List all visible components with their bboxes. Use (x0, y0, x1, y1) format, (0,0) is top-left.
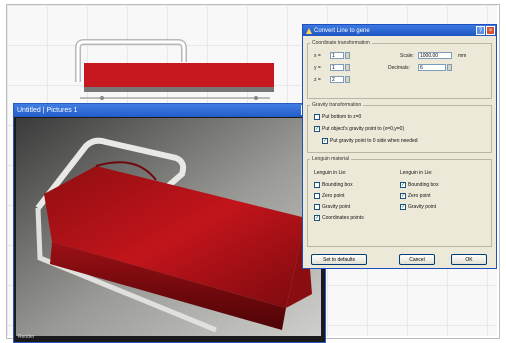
gravity-side-checkbox[interactable]: ✓ (322, 138, 328, 144)
coordinates-group: Coordinate transformation x = 1 y = 1 z … (307, 40, 492, 99)
right-zero-label: Zero point (408, 193, 431, 199)
left-header: Lenguin in Lie: (314, 170, 347, 176)
sketch-base (84, 87, 274, 92)
gravity-group: Gravity transformation Put bottom to z=0… (307, 102, 492, 153)
gravity-point-label: Put object's gravity point to (x=0,y=0) (322, 126, 405, 132)
left-bbox-label: Bounding box (322, 182, 353, 188)
gravity-side-label: Put gravity point to 0 side when needed (330, 138, 418, 144)
y-label: y = (314, 65, 321, 71)
sketch-foot (100, 96, 104, 100)
cancel-button[interactable]: Cancel (399, 254, 435, 265)
bottom-z-checkbox[interactable] (314, 114, 320, 120)
sofa-sketch (75, 39, 274, 100)
app-icon (306, 27, 312, 34)
left-gravity-label: Gravity point (322, 204, 351, 210)
right-bbox-label: Bounding box (408, 182, 439, 188)
dialog-titlebar[interactable]: Convert Line to gene ? × (303, 25, 496, 36)
decimals-input[interactable]: 6 (418, 64, 446, 71)
left-bbox-checkbox[interactable] (314, 182, 320, 188)
left-coords-checkbox[interactable]: ✓ (314, 215, 320, 221)
right-bbox-checkbox[interactable]: ✓ (400, 182, 406, 188)
dialog-close-button[interactable]: × (486, 26, 495, 35)
y-input[interactable]: 1 (330, 64, 344, 71)
left-zero-checkbox[interactable] (314, 193, 320, 199)
gravity-point-checkbox[interactable]: ✓ (314, 126, 320, 132)
help-button[interactable]: ? (476, 26, 485, 35)
properties-group-label: Lenguin material (310, 156, 351, 162)
render-status: Render (18, 334, 35, 340)
z-input[interactable]: 2 (330, 76, 344, 83)
gravity-group-label: Gravity transformation (310, 102, 364, 108)
y-spin[interactable] (345, 64, 350, 71)
render-window-titlebar[interactable]: Untitled | Pictures 1 _ × (14, 104, 325, 117)
bottom-z-label: Put bottom to z=0 (322, 114, 362, 120)
sofa-render (16, 118, 321, 336)
left-zero-label: Zero point (322, 193, 345, 199)
scale-unit: mm (458, 53, 467, 59)
decimals-spin[interactable] (447, 64, 452, 71)
set-defaults-button[interactable]: Set to defaults (311, 254, 367, 265)
right-zero-checkbox[interactable]: ✓ (400, 193, 406, 199)
z-spin[interactable] (345, 76, 350, 83)
x-spin[interactable] (345, 52, 350, 59)
right-gravity-label: Gravity point (408, 204, 437, 210)
sketch-foot (254, 96, 258, 100)
left-gravity-checkbox[interactable] (314, 204, 320, 210)
x-input[interactable]: 1 (330, 52, 344, 59)
decimals-label: Decimals: (388, 65, 410, 71)
ok-button[interactable]: OK (451, 254, 487, 265)
properties-group: Lenguin material Lenguin in Lie: Lenguin… (307, 156, 492, 247)
sketch-cushion (84, 63, 274, 87)
render-window[interactable]: Untitled | Pictures 1 _ × Render (13, 103, 326, 343)
right-header: Lenguin in Lie: (400, 170, 433, 176)
x-label: x = (314, 53, 321, 59)
z-label: z = (314, 77, 321, 83)
dialog-title: Convert Line to gene (314, 27, 370, 34)
coordinates-group-label: Coordinate transformation (310, 40, 372, 46)
left-coords-label: Coordinates points (322, 215, 364, 221)
render-window-title: Untitled | Pictures 1 (17, 107, 78, 114)
scale-label: Scale: (400, 53, 414, 59)
convert-dialog[interactable]: Convert Line to gene ? × Coordinate tran… (302, 24, 497, 269)
right-gravity-checkbox[interactable]: ✓ (400, 204, 406, 210)
scale-input[interactable]: 1000.00 (418, 52, 452, 59)
